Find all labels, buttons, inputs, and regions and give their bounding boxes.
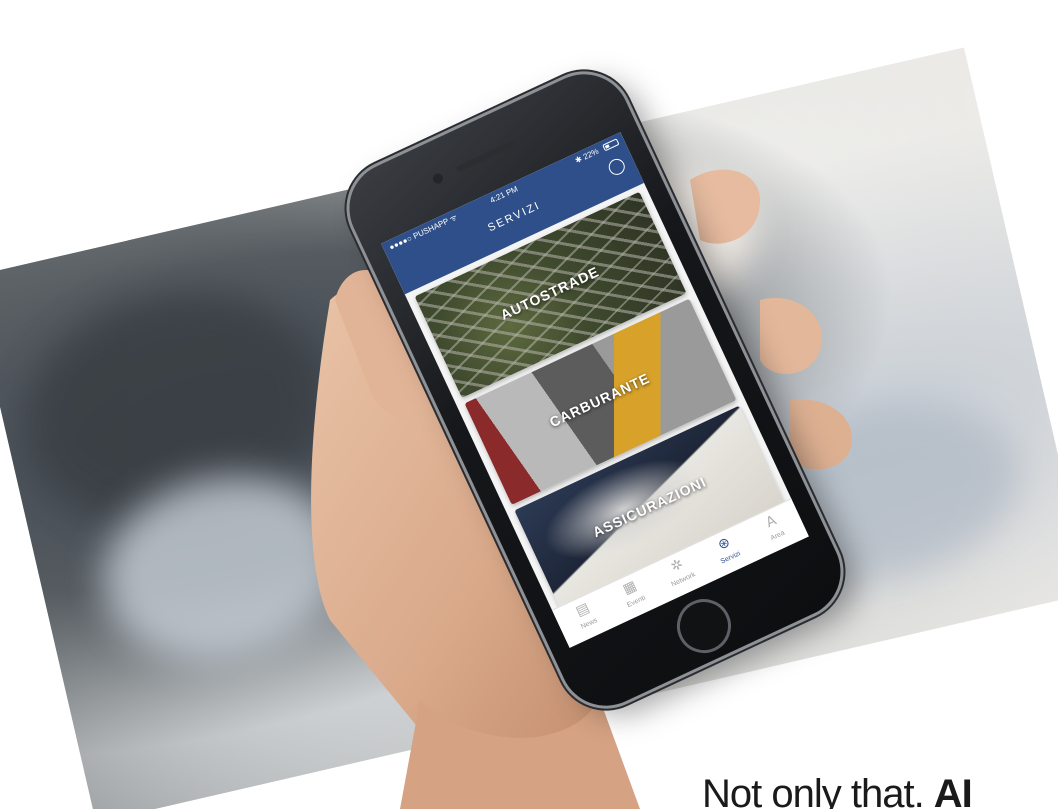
home-button[interactable]: [668, 590, 740, 662]
finger-shape: [690, 169, 760, 244]
finger-shape: [790, 399, 852, 470]
caption-bold: AI: [933, 772, 973, 809]
earpiece-speaker: [455, 139, 517, 173]
front-camera-icon: [431, 171, 445, 186]
finger-shape: [760, 298, 822, 374]
caption-regular: Not only that.: [702, 772, 934, 809]
caption-text: Not only that. AI: [702, 770, 973, 809]
promo-image: ●●●●○ PUSHAPP ᯤ 4:21 PM ✱ 22% SERVIZI AU…: [0, 0, 1058, 809]
